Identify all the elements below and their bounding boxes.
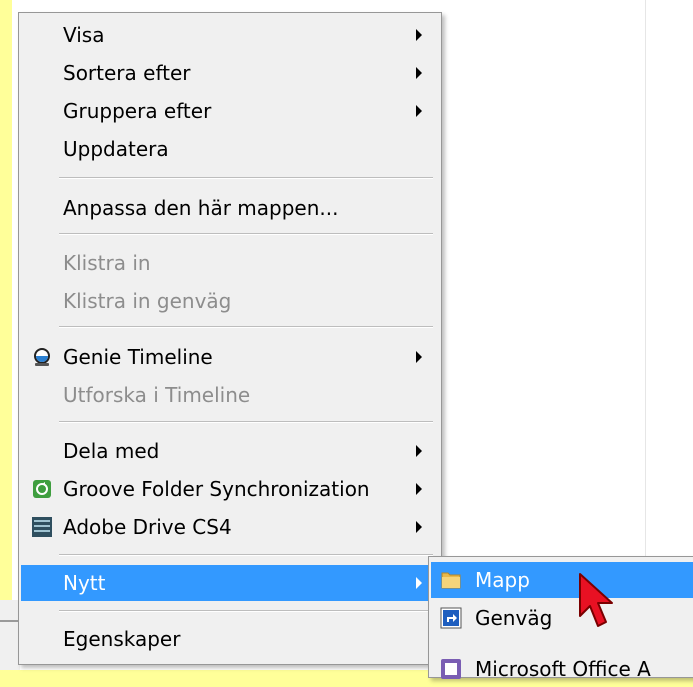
groove-icon (31, 478, 53, 500)
submenu-item-mapp[interactable]: Mapp (431, 562, 693, 598)
submenu-arrow-icon (416, 351, 422, 363)
menu-separator (59, 610, 433, 612)
menu-item-label: Sortera efter (63, 61, 191, 85)
menu-item-label: Egenskaper (63, 627, 181, 651)
menu-item-egenskaper[interactable]: Egenskaper (21, 621, 439, 657)
menu-item-label: Uppdatera (63, 137, 169, 161)
explorer-left-edge-line (0, 620, 20, 622)
submenu-item-label: Genväg (475, 606, 553, 630)
folder-icon (439, 568, 463, 592)
menu-item-groove-sync[interactable]: Groove Folder Synchronization (21, 471, 439, 507)
explorer-pane-divider (645, 0, 646, 600)
submenu-item-genvag[interactable]: Genväg (431, 600, 693, 636)
menu-item-utforska-timeline[interactable]: Utforska i Timeline (21, 377, 439, 413)
menu-item-genie-timeline[interactable]: Genie Timeline (21, 339, 439, 375)
menu-item-klistra-in-genvag[interactable]: Klistra in genväg (21, 283, 439, 319)
menu-separator (59, 326, 433, 328)
adobe-drive-icon (31, 516, 53, 538)
menu-separator (59, 177, 433, 179)
menu-item-label: Utforska i Timeline (63, 383, 251, 407)
menu-separator (59, 421, 433, 423)
explorer-left-edge (0, 600, 20, 670)
menu-item-label: Klistra in (63, 251, 151, 275)
menu-item-gruppera-efter[interactable]: Gruppera efter (21, 93, 439, 129)
submenu-arrow-icon (416, 521, 422, 533)
submenu-item-label: Mapp (475, 568, 530, 592)
menu-item-label: Adobe Drive CS4 (63, 515, 232, 539)
menu-item-label: Genie Timeline (63, 345, 213, 369)
genie-timeline-icon (31, 346, 53, 368)
menu-item-anpassa-mappen[interactable]: Anpassa den här mappen... (21, 190, 439, 226)
menu-item-label: Anpassa den här mappen... (63, 196, 339, 220)
mouse-cursor-icon (578, 572, 624, 634)
menu-item-uppdatera[interactable]: Uppdatera (21, 131, 439, 167)
submenu-arrow-icon (416, 105, 422, 117)
menu-separator (59, 233, 433, 235)
submenu-arrow-icon (416, 29, 422, 41)
submenu-arrow-icon (416, 483, 422, 495)
submenu-item-label: Microsoft Office A (475, 657, 651, 681)
menu-item-visa[interactable]: Visa (21, 17, 439, 53)
shortcut-icon (439, 606, 463, 630)
context-menu: Visa Sortera efter Gruppera efter Uppdat… (18, 12, 442, 665)
menu-item-dela-med[interactable]: Dela med (21, 433, 439, 469)
submenu-arrow-icon (416, 445, 422, 457)
menu-separator (59, 554, 433, 556)
menu-item-sortera-efter[interactable]: Sortera efter (21, 55, 439, 91)
menu-item-klistra-in[interactable]: Klistra in (21, 245, 439, 281)
submenu-item-office[interactable]: Microsoft Office A (431, 651, 693, 687)
office-icon (439, 657, 463, 681)
menu-item-label: Nytt (63, 571, 106, 595)
menu-item-adobe-drive[interactable]: Adobe Drive CS4 (21, 509, 439, 545)
menu-item-label: Dela med (63, 439, 160, 463)
menu-item-label: Gruppera efter (63, 99, 212, 123)
submenu-arrow-icon (416, 67, 422, 79)
menu-item-label: Groove Folder Synchronization (63, 477, 370, 501)
submenu-arrow-icon (416, 577, 422, 589)
menu-item-nytt[interactable]: Nytt (21, 565, 439, 601)
menu-item-label: Visa (63, 23, 105, 47)
menu-item-label: Klistra in genväg (63, 289, 232, 313)
new-submenu: Mapp Genväg Microsoft Office A (428, 556, 693, 681)
